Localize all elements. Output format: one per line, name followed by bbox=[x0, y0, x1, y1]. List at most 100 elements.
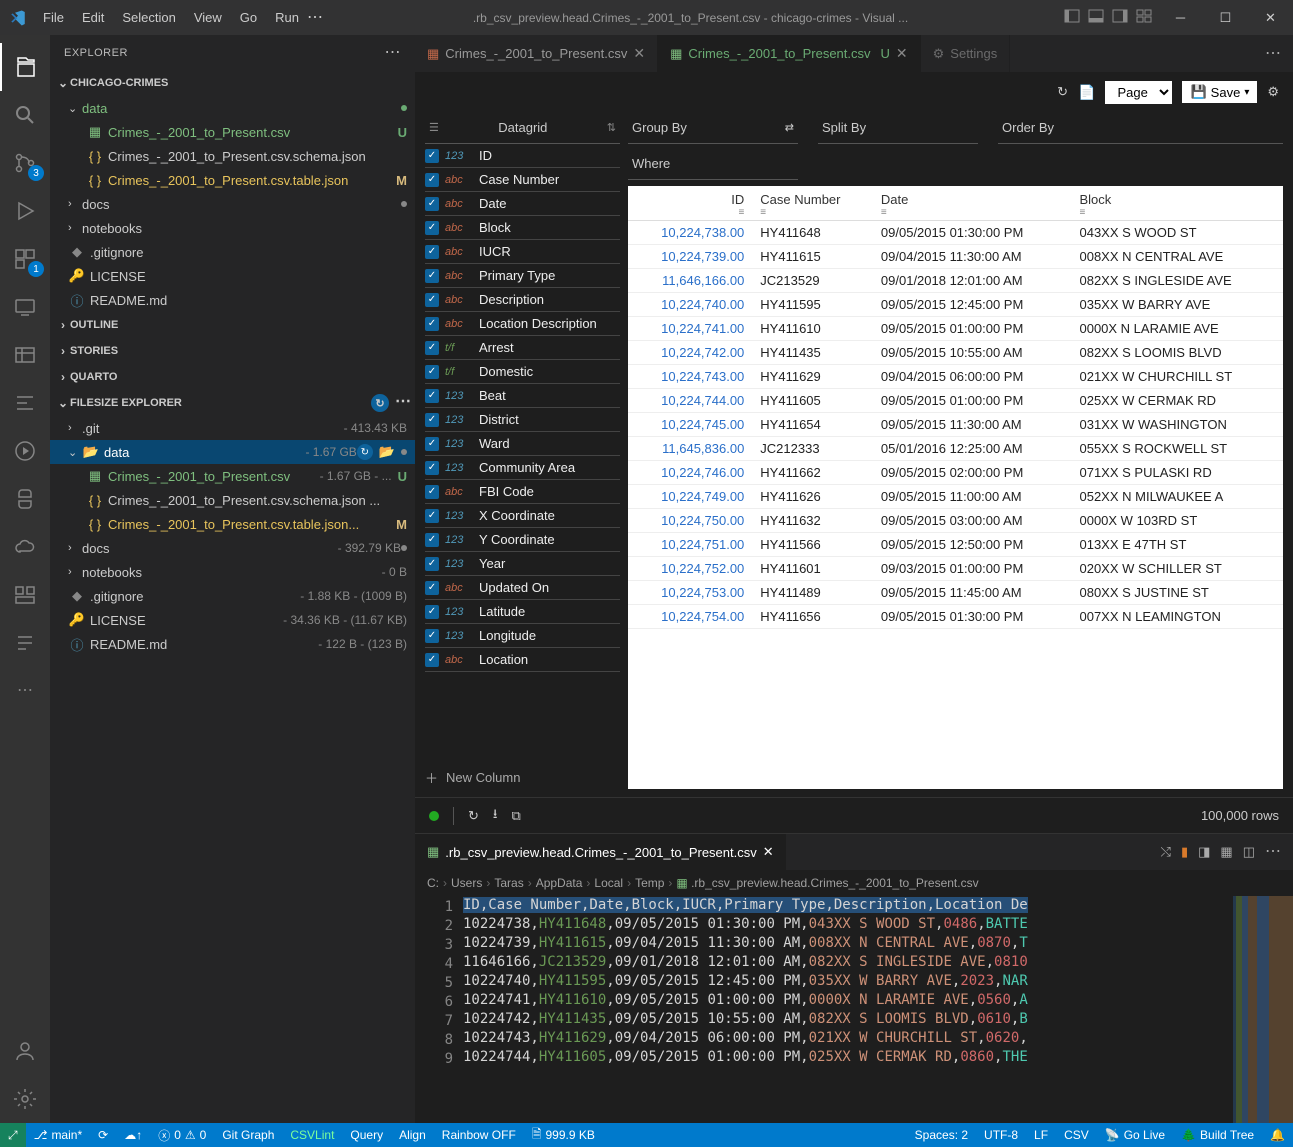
settings-icon[interactable]: ⚙ bbox=[1267, 84, 1279, 100]
filesize-indicator[interactable]: 🗎 999.9 KB bbox=[524, 1125, 603, 1146]
editor-tab[interactable]: ⚙Settings bbox=[921, 35, 1011, 72]
table-row[interactable]: 11,645,836.00JC21233305/01/2016 12:25:00… bbox=[628, 437, 1283, 461]
column-header[interactable]: Case Number≡ bbox=[752, 186, 873, 221]
folder-data[interactable]: ⌄data bbox=[50, 96, 415, 120]
page-select[interactable]: Page bbox=[1105, 81, 1172, 104]
maximize-button[interactable]: ☐ bbox=[1203, 0, 1248, 35]
table-row[interactable]: 10,224,750.00HY41163209/05/2015 03:00:00… bbox=[628, 509, 1283, 533]
checkbox-icon[interactable]: ✓ bbox=[425, 605, 439, 619]
table-row[interactable]: 10,224,739.00HY41161509/04/2015 11:30:00… bbox=[628, 245, 1283, 269]
field-row[interactable]: ✓ 123 Latitude bbox=[425, 600, 620, 624]
scm-icon[interactable]: 3 bbox=[0, 139, 50, 187]
field-row[interactable]: ✓ abc Location bbox=[425, 648, 620, 672]
field-row[interactable]: ✓ abc Block bbox=[425, 216, 620, 240]
table-row[interactable]: 10,224,753.00HY41148909/05/2015 11:45:00… bbox=[628, 581, 1283, 605]
preview-tab[interactable]: ▦ .rb_csv_preview.head.Crimes_-_2001_to_… bbox=[415, 834, 786, 870]
remote-icon[interactable] bbox=[0, 283, 50, 331]
rainbow-icon[interactable]: ▮ bbox=[1181, 844, 1188, 860]
minimize-button[interactable]: ─ bbox=[1158, 0, 1203, 35]
field-row[interactable]: ✓ abc Case Number bbox=[425, 168, 620, 192]
account-icon[interactable] bbox=[0, 1027, 50, 1075]
compare-icon[interactable]: ⤭ bbox=[1161, 844, 1171, 860]
align-button[interactable]: Align bbox=[391, 1128, 434, 1142]
table-row[interactable]: 10,224,745.00HY41165409/05/2015 11:30:00… bbox=[628, 413, 1283, 437]
field-row[interactable]: ✓ 123 Ward bbox=[425, 432, 620, 456]
tab-overflow[interactable]: ⋯ bbox=[1265, 46, 1281, 62]
data-grid[interactable]: ID≡Case Number≡Date≡Block≡10,224,738.00H… bbox=[628, 186, 1283, 789]
filesize-item[interactable]: ▦Crimes_-_2001_to_Present.csv- 1.67 GB -… bbox=[50, 464, 415, 488]
field-row[interactable]: ✓ abc IUCR bbox=[425, 240, 620, 264]
extensions-icon[interactable]: 1 bbox=[0, 235, 50, 283]
notifications-icon[interactable]: 🔔 bbox=[1262, 1128, 1293, 1142]
breadcrumb-item[interactable]: Local bbox=[594, 876, 623, 890]
grid-icon[interactable]: ▦ bbox=[1220, 844, 1232, 860]
checkbox-icon[interactable]: ✓ bbox=[425, 197, 439, 211]
section-outline[interactable]: ›OUTLINE bbox=[50, 312, 415, 338]
table-row[interactable]: 10,224,749.00HY41162609/05/2015 11:00:00… bbox=[628, 485, 1283, 509]
rainbow-button[interactable]: Rainbow OFF bbox=[434, 1128, 524, 1142]
field-row[interactable]: ✓ abc Date bbox=[425, 192, 620, 216]
menu-edit[interactable]: Edit bbox=[74, 6, 112, 29]
checkbox-icon[interactable]: ✓ bbox=[425, 293, 439, 307]
query-button[interactable]: Query bbox=[342, 1128, 391, 1142]
field-row[interactable]: ✓ 123 X Coordinate bbox=[425, 504, 620, 528]
refresh-icon[interactable]: ↻ bbox=[357, 444, 373, 460]
checkbox-icon[interactable]: ✓ bbox=[425, 365, 439, 379]
group-by-input[interactable]: Group By⇄ bbox=[628, 112, 798, 144]
debug-icon[interactable] bbox=[0, 187, 50, 235]
field-row[interactable]: ✓ 123 ID bbox=[425, 144, 620, 168]
checkbox-icon[interactable]: ✓ bbox=[425, 461, 439, 475]
section-filesize[interactable]: ⌄FILESIZE EXPLORER ↻ ⋯ bbox=[50, 390, 415, 416]
layout-panel-left-icon[interactable] bbox=[1064, 8, 1080, 27]
activitybar-overflow[interactable]: ⋯ bbox=[0, 667, 50, 715]
refresh-icon[interactable]: ↻ bbox=[371, 394, 389, 412]
minimap[interactable] bbox=[1233, 896, 1293, 1123]
table-row[interactable]: 10,224,743.00HY41162909/04/2015 06:00:00… bbox=[628, 365, 1283, 389]
checkbox-icon[interactable]: ✓ bbox=[425, 389, 439, 403]
table-row[interactable]: 10,224,742.00HY41143509/05/2015 10:55:00… bbox=[628, 341, 1283, 365]
section-project[interactable]: ⌄CHICAGO-CRIMES bbox=[50, 70, 415, 96]
folder-item[interactable]: ›notebooks bbox=[50, 216, 415, 240]
close-button[interactable]: ✕ bbox=[1248, 0, 1293, 35]
editor-tab[interactable]: ▦Crimes_-_2001_to_Present.csvU✕ bbox=[658, 35, 921, 72]
remote-indicator[interactable]: ⤢ bbox=[0, 1123, 26, 1147]
column-header[interactable]: Block≡ bbox=[1071, 186, 1283, 221]
checkbox-icon[interactable]: ✓ bbox=[425, 221, 439, 235]
swap-icon[interactable]: ⇄ bbox=[785, 121, 794, 134]
filesize-item[interactable]: { }Crimes_-_2001_to_Present.csv.schema.j… bbox=[50, 488, 415, 512]
table-icon[interactable] bbox=[0, 331, 50, 379]
clipboard-icon[interactable]: 📄 bbox=[1078, 84, 1095, 101]
field-row[interactable]: ✓ 123 Community Area bbox=[425, 456, 620, 480]
filesize-item[interactable]: ◆.gitignore- 1.88 KB - (1009 B) bbox=[50, 584, 415, 608]
checkbox-icon[interactable]: ✓ bbox=[425, 413, 439, 427]
sync-icon[interactable]: ⟳ bbox=[90, 1128, 116, 1142]
eol-indicator[interactable]: LF bbox=[1026, 1128, 1056, 1142]
close-icon[interactable]: ✕ bbox=[896, 45, 908, 62]
split-by-input[interactable]: Split By bbox=[818, 112, 978, 144]
where-input[interactable]: Where bbox=[628, 148, 798, 180]
field-row[interactable]: ✓ t/f Arrest bbox=[425, 336, 620, 360]
breadcrumb-item[interactable]: Users bbox=[451, 876, 482, 890]
filesize-item[interactable]: ⓘREADME.md- 122 B - (123 B) bbox=[50, 632, 415, 656]
menu-go[interactable]: Go bbox=[232, 6, 265, 29]
editor-tab[interactable]: ▦Crimes_-_2001_to_Present.csv✕ bbox=[415, 35, 658, 72]
save-button[interactable]: 💾Save▾ bbox=[1182, 81, 1257, 103]
layout-grid-icon[interactable] bbox=[1136, 8, 1152, 27]
text-icon[interactable] bbox=[0, 619, 50, 667]
table-row[interactable]: 10,224,746.00HY41166209/05/2015 02:00:00… bbox=[628, 461, 1283, 485]
filesize-item[interactable]: ›docs- 392.79 KB bbox=[50, 536, 415, 560]
close-icon[interactable]: ✕ bbox=[763, 844, 774, 860]
layout-panel-right-icon[interactable] bbox=[1112, 8, 1128, 27]
file-item[interactable]: ◆.gitignore bbox=[50, 240, 415, 264]
copy-icon[interactable]: ⧉ bbox=[511, 808, 520, 824]
field-row[interactable]: ✓ 123 Beat bbox=[425, 384, 620, 408]
checkbox-icon[interactable]: ✓ bbox=[425, 149, 439, 163]
checkbox-icon[interactable]: ✓ bbox=[425, 437, 439, 451]
table-row[interactable]: 11,646,166.00JC21352909/01/2018 12:01:00… bbox=[628, 269, 1283, 293]
column-header[interactable]: ID≡ bbox=[628, 186, 752, 221]
go-live-button[interactable]: 📡 Go Live bbox=[1097, 1128, 1173, 1142]
cloud-up-icon[interactable]: ☁↑ bbox=[116, 1128, 150, 1142]
field-row[interactable]: ✓ abc Description bbox=[425, 288, 620, 312]
order-by-input[interactable]: Order By bbox=[998, 112, 1283, 144]
spaces-indicator[interactable]: Spaces: 2 bbox=[907, 1128, 976, 1142]
